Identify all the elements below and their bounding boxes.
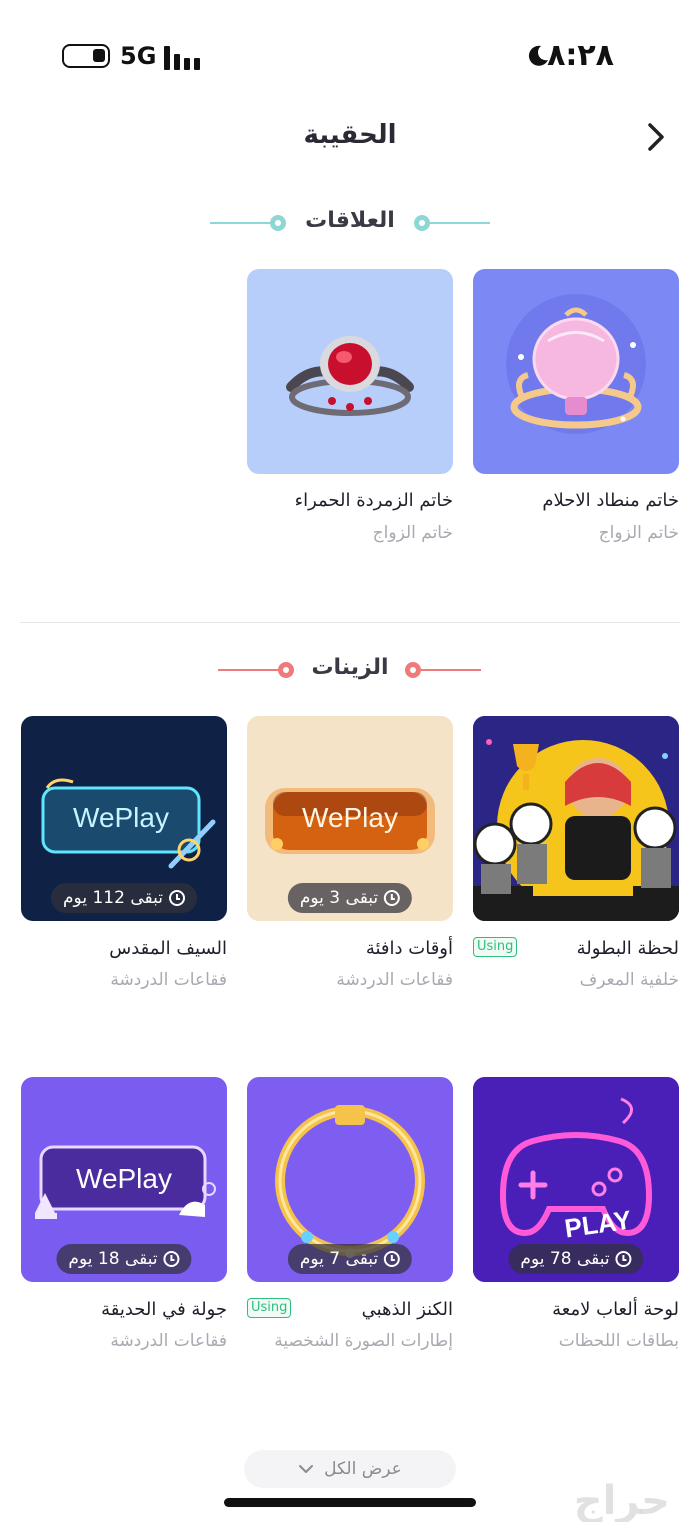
item-card-warm-times[interactable]: WePlay تبقى 3 يوم: [247, 716, 453, 921]
item-name: خاتم الزمردة الحمراء: [294, 490, 453, 511]
item-type: إطارات الصورة الشخصية: [274, 1331, 453, 1351]
remaining-time-text: تبقى 3 يوم: [299, 888, 379, 908]
network-label: 5G: [120, 42, 157, 70]
item-type: خاتم الزواج: [598, 523, 679, 543]
view-all-button[interactable]: عرض الكل: [244, 1450, 456, 1488]
section-divider: [20, 622, 680, 623]
item-card-holy-sword[interactable]: WePlay تبقى 112 يوم: [21, 716, 227, 921]
view-all-label: عرض الكل: [324, 1459, 402, 1479]
item-card-shiny-game-board[interactable]: PLAY تبقى 78 يوم: [473, 1077, 679, 1282]
remaining-time-text: تبقى 18 يوم: [68, 1249, 158, 1269]
clock-icon: [615, 1251, 632, 1267]
chevron-down-icon: [299, 1465, 314, 1473]
clock-icon: [384, 890, 401, 906]
remaining-time-text: تبقى 112 يوم: [63, 888, 163, 908]
item-type: خاتم الزواج: [372, 523, 453, 543]
clock-icon: [384, 1251, 401, 1267]
remaining-time-badge: تبقى 78 يوم: [508, 1244, 644, 1274]
item-card-golden-treasure[interactable]: تبقى 7 يوم: [247, 1077, 453, 1282]
signal-icon: [164, 46, 200, 70]
weplay-text: WePlay: [76, 1163, 172, 1194]
item-card-dream-balloon-ring[interactable]: [473, 269, 679, 474]
remaining-time-badge: تبقى 18 يوم: [56, 1244, 192, 1274]
weplay-text: WePlay: [302, 802, 398, 833]
watermark-logo: حراج: [573, 1478, 670, 1522]
section-header-relations: العلاقات: [0, 208, 700, 238]
item-name: خاتم منطاد الاحلام: [542, 490, 679, 511]
remaining-time-badge: تبقى 7 يوم: [287, 1244, 413, 1274]
remaining-time-badge: تبقى 3 يوم: [287, 883, 413, 913]
item-name: أوقات دافئة: [365, 938, 453, 959]
item-card-championship-moment[interactable]: [473, 716, 679, 921]
balloon-ring-icon: [506, 294, 646, 434]
remaining-time-text: تبقى 78 يوم: [520, 1249, 610, 1269]
section-title-relations: العلاقات: [305, 208, 395, 233]
remaining-time-text: تبقى 7 يوم: [299, 1249, 379, 1269]
item-card-red-emerald-ring[interactable]: [247, 269, 453, 474]
remaining-time-badge: تبقى 112 يوم: [51, 883, 197, 913]
item-name: الكنز الذهبي: [361, 1299, 453, 1320]
item-name: لحظة البطولة: [576, 938, 679, 959]
item-name: السيف المقدس: [109, 938, 227, 959]
status-time: ٨:٢٨: [547, 38, 614, 73]
item-type: فقاعات الدردشة: [336, 970, 453, 990]
championship-illustration-icon: [473, 716, 679, 921]
item-card-garden-tour[interactable]: WePlay تبقى 18 يوم: [21, 1077, 227, 1282]
section-title-decorations: الزينات: [311, 655, 389, 680]
clock-icon: [168, 890, 185, 906]
item-type: فقاعات الدردشة: [110, 970, 227, 990]
section-header-decorations: الزينات: [0, 655, 700, 685]
item-type: بطاقات اللحظات: [558, 1331, 679, 1351]
item-type: خلفية المعرف: [579, 970, 679, 990]
ruby-ring-icon: [286, 336, 414, 416]
page-title: الحقيبة: [303, 120, 397, 150]
item-name: لوحة ألعاب لامعة: [552, 1299, 679, 1320]
battery-icon: [62, 44, 110, 68]
item-name: جولة في الحديقة: [101, 1299, 227, 1320]
weplay-text: WePlay: [73, 802, 169, 833]
home-indicator[interactable]: [224, 1498, 476, 1507]
clock-icon: [163, 1251, 180, 1267]
item-type: فقاعات الدردشة: [110, 1331, 227, 1351]
